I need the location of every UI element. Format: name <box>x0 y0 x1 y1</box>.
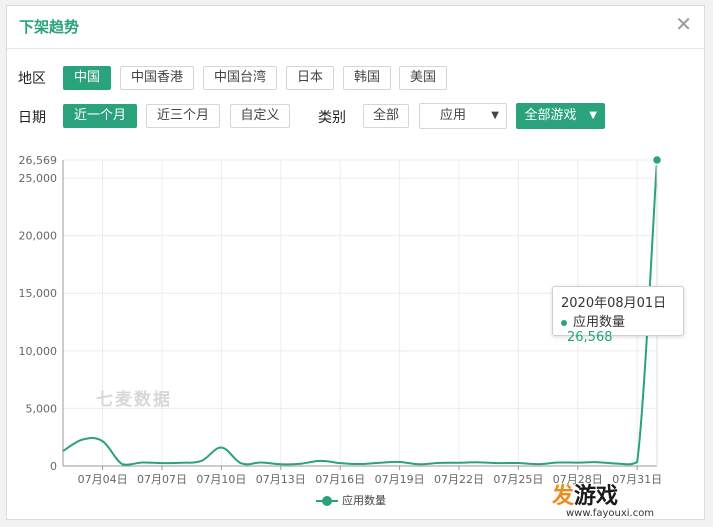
y-tick-label: 15,000 <box>19 287 58 300</box>
line-chart: 0 5,000 10,000 15,000 20,000 25,000 26,569 07月0… <box>19 154 663 486</box>
tooltip-value: 26,568 <box>567 330 613 345</box>
x-tick-label: 07月04日 <box>78 473 128 486</box>
x-tick-label: 07月10日 <box>196 473 246 486</box>
brand-logo: 发游戏 www.fayouxi.com <box>552 478 702 519</box>
x-tick-label: 07月13日 <box>256 473 306 486</box>
x-tick-label: 07月25日 <box>493 473 543 486</box>
chart-legend[interactable]: 应用数量 <box>316 492 386 508</box>
y-tick-label: 5,000 <box>26 402 58 415</box>
data-point-highlight <box>651 154 663 166</box>
legend-label: 应用数量 <box>342 494 386 507</box>
brand-name-first: 发 <box>552 484 575 509</box>
x-tick-label: 07月22日 <box>434 473 484 486</box>
tooltip-series-name: 应用数量 <box>573 315 626 330</box>
y-tick-label: 0 <box>50 460 57 473</box>
chart-tooltip: 2020年08月01日 应用数量26,568 <box>552 286 684 345</box>
y-tick-label: 20,000 <box>19 230 58 243</box>
watermark-text: 七麦数据 <box>96 390 172 410</box>
brand-name-rest: 游戏 <box>574 484 619 509</box>
legend-marker <box>316 496 338 506</box>
y-tick-label: 10,000 <box>19 345 58 358</box>
x-tick-label: 07月07日 <box>137 473 187 486</box>
y-tick-label: 26,569 <box>19 154 58 167</box>
x-tick-label: 07月19日 <box>375 473 425 486</box>
tooltip-row: 应用数量26,568 <box>561 311 675 345</box>
x-tick-label: 07月16日 <box>315 473 365 486</box>
brand-url: www.fayouxi.com <box>566 508 655 519</box>
tooltip-series-dot <box>561 319 567 326</box>
tooltip-date: 2020年08月01日 <box>561 296 667 311</box>
y-tick-label: 25,000 <box>19 172 58 185</box>
brand-name: 发游戏 <box>552 478 702 510</box>
